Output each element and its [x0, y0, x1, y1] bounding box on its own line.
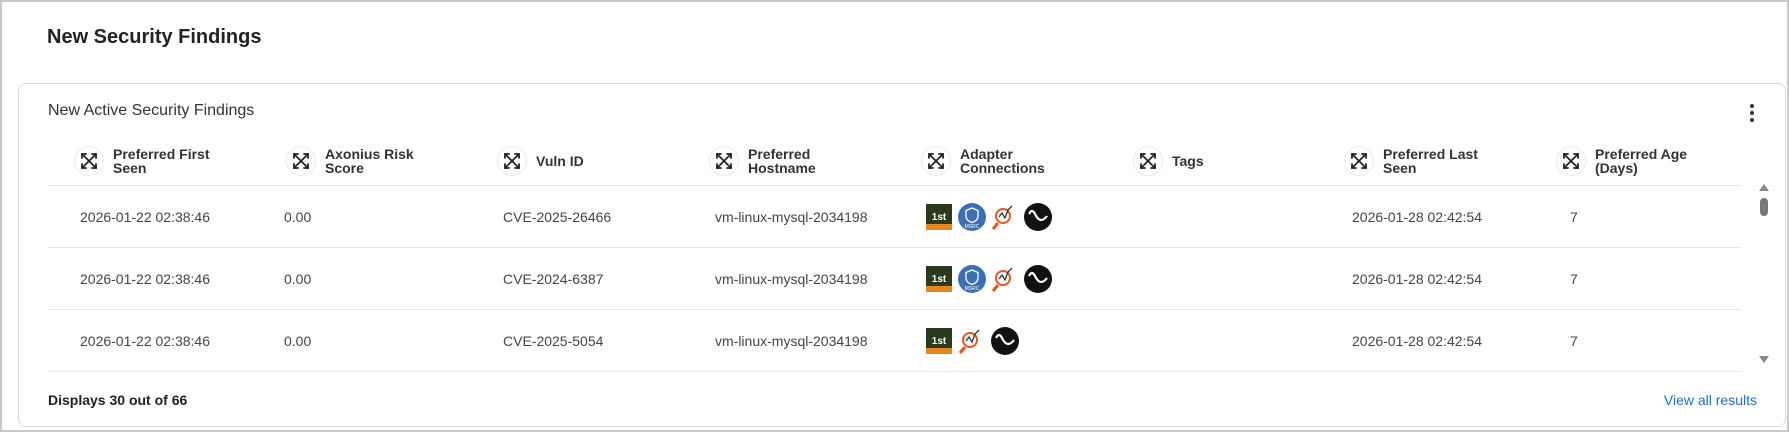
- table-row[interactable]: 2026-01-22 02:38:46 0.00 CVE-2025-26466 …: [48, 186, 1740, 248]
- magnifier-chart-icon[interactable]: [957, 326, 987, 356]
- expand-arrows-icon[interactable]: [1556, 146, 1586, 176]
- cell-risk-score: 0.00: [284, 271, 312, 287]
- column-header-label: Preferred First Seen: [113, 146, 210, 176]
- findings-card: New Active Security Findings Preferred F…: [18, 83, 1786, 427]
- cell-hostname: vm-linux-mysql-2034198: [715, 333, 868, 349]
- svg-text:1st: 1st: [932, 212, 947, 223]
- page-title: New Security Findings: [47, 26, 262, 48]
- column-header-hostname[interactable]: Preferred Hostname: [709, 136, 858, 186]
- cell-first-seen: 2026-01-22 02:38:46: [80, 333, 210, 349]
- widget-frame: New Security Findings New Active Securit…: [0, 0, 1789, 432]
- column-header-label: Adapter Connections: [960, 146, 1045, 176]
- wave-icon[interactable]: [1023, 202, 1053, 232]
- column-header-tags[interactable]: Tags: [1133, 136, 1282, 186]
- column-header-label: Vuln ID: [536, 153, 584, 169]
- magnifier-chart-icon[interactable]: [990, 264, 1020, 294]
- cell-age: 7: [1570, 333, 1578, 349]
- cell-age: 7: [1570, 209, 1578, 225]
- column-header-vuln-id[interactable]: Vuln ID: [497, 136, 646, 186]
- column-header-adapters[interactable]: Adapter Connections: [921, 136, 1070, 186]
- magnifier-chart-icon[interactable]: [990, 202, 1020, 232]
- msrc-shield-icon[interactable]: MSRC: [957, 264, 987, 294]
- msrc-shield-icon[interactable]: MSRC: [957, 202, 987, 232]
- adapter-1st-icon[interactable]: 1st: [924, 326, 954, 356]
- column-header-age[interactable]: Preferred Age (Days): [1556, 136, 1705, 186]
- cell-age: 7: [1570, 271, 1578, 287]
- expand-arrows-icon[interactable]: [74, 146, 104, 176]
- expand-arrows-icon[interactable]: [1344, 146, 1374, 176]
- cell-vuln-id: CVE-2025-5054: [503, 333, 604, 349]
- wave-icon[interactable]: [1023, 264, 1053, 294]
- svg-text:1st: 1st: [932, 336, 947, 347]
- expand-arrows-icon[interactable]: [921, 146, 951, 176]
- expand-arrows-icon[interactable]: [709, 146, 739, 176]
- svg-text:MSRC: MSRC: [965, 224, 980, 230]
- cell-hostname: vm-linux-mysql-2034198: [715, 271, 868, 287]
- column-header-label: Preferred Hostname: [748, 146, 816, 176]
- cell-vuln-id: CVE-2024-6387: [503, 271, 604, 287]
- column-header-last-seen[interactable]: Preferred Last Seen: [1344, 136, 1493, 186]
- expand-arrows-icon[interactable]: [286, 146, 316, 176]
- cell-last-seen: 2026-01-28 02:42:54: [1352, 271, 1482, 287]
- cell-hostname: vm-linux-mysql-2034198: [715, 209, 868, 225]
- adapter-1st-icon[interactable]: 1st: [924, 264, 954, 294]
- cell-last-seen: 2026-01-28 02:42:54: [1352, 209, 1482, 225]
- scroll-down-arrow-icon[interactable]: [1759, 356, 1769, 363]
- cell-first-seen: 2026-01-22 02:38:46: [80, 209, 210, 225]
- svg-text:1st: 1st: [932, 274, 947, 285]
- kebab-menu-icon[interactable]: [1745, 104, 1759, 122]
- cell-adapters: 1st MSRC: [924, 186, 1053, 248]
- cell-adapters: 1st MSRC: [924, 248, 1053, 310]
- svg-text:MSRC: MSRC: [965, 286, 980, 292]
- results-count: Displays 30 out of 66: [48, 392, 188, 408]
- column-header-risk-score[interactable]: Axonius Risk Score: [286, 136, 435, 186]
- column-header-label: Preferred Age (Days): [1595, 146, 1688, 176]
- table-scrollbar[interactable]: [1757, 184, 1771, 364]
- table-row[interactable]: 2026-01-22 02:38:46 0.00 CVE-2024-6387 v…: [48, 248, 1740, 310]
- scroll-up-arrow-icon[interactable]: [1759, 184, 1769, 191]
- cell-first-seen: 2026-01-22 02:38:46: [80, 271, 210, 287]
- adapter-1st-icon[interactable]: 1st: [924, 202, 954, 232]
- expand-arrows-icon[interactable]: [497, 146, 527, 176]
- wave-icon[interactable]: [990, 326, 1020, 356]
- table-header: Preferred First Seen Axonius Risk Score …: [48, 136, 1740, 186]
- view-all-results-link[interactable]: View all results: [1664, 392, 1757, 408]
- cell-adapters: 1st: [924, 310, 1020, 372]
- column-header-label: Axonius Risk Score: [325, 146, 414, 176]
- cell-risk-score: 0.00: [284, 333, 312, 349]
- cell-last-seen: 2026-01-28 02:42:54: [1352, 333, 1482, 349]
- cell-risk-score: 0.00: [284, 209, 312, 225]
- cell-vuln-id: CVE-2025-26466: [503, 209, 612, 225]
- expand-arrows-icon[interactable]: [1133, 146, 1163, 176]
- card-title: New Active Security Findings: [48, 102, 255, 119]
- column-header-label: Tags: [1172, 153, 1204, 169]
- column-header-first-seen[interactable]: Preferred First Seen: [74, 136, 223, 186]
- column-header-label: Preferred Last Seen: [1383, 146, 1478, 176]
- scroll-thumb[interactable]: [1760, 198, 1768, 216]
- table-row[interactable]: 2026-01-22 02:38:46 0.00 CVE-2025-5054 v…: [48, 310, 1740, 372]
